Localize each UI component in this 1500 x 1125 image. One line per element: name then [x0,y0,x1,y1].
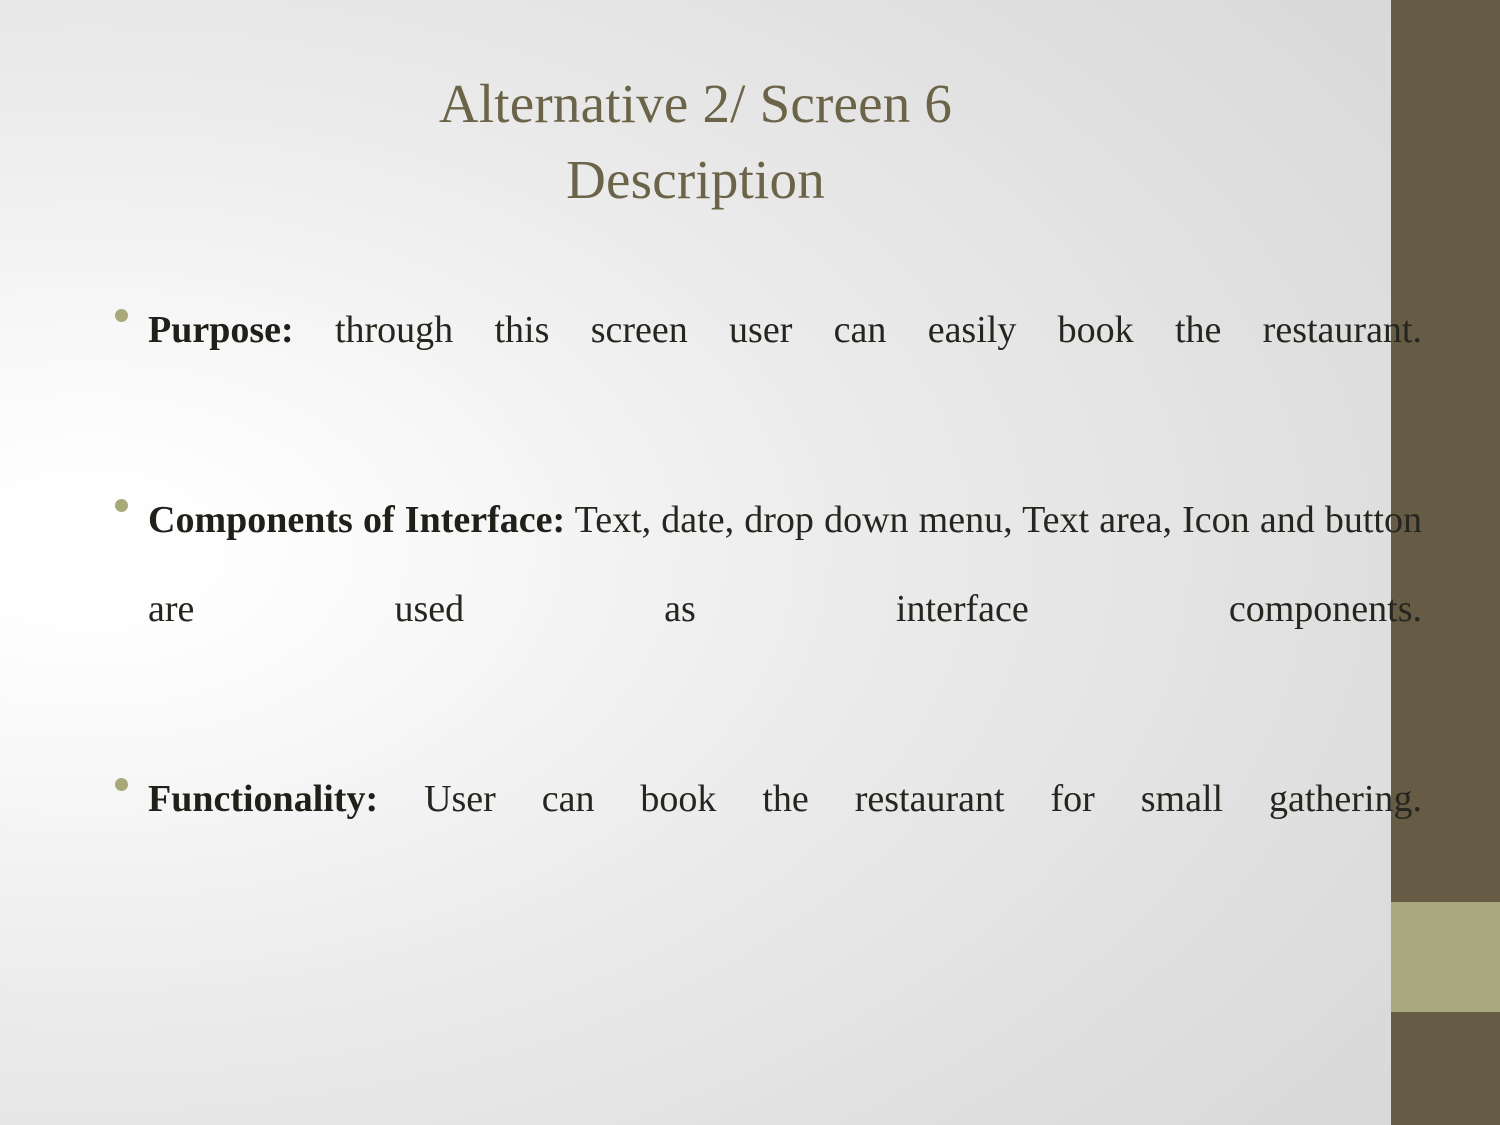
bullet-dot-icon [115,778,128,791]
list-item-lead: Purpose: [148,309,294,351]
list-item: Purpose: through this screen user can ea… [104,286,1422,464]
title-line-1: Alternative 2/ Screen 6 [438,73,953,134]
band-segment-bottom [1391,1012,1500,1125]
slide-canvas: Alternative 2/ Screen 6 Description Purp… [0,0,1500,1125]
bullet-dot-icon [115,309,128,322]
page-title: Alternative 2/ Screen 6 Description [0,66,1391,218]
list-item: Components of Interface: Text, date, dro… [104,476,1422,743]
list-item-text: Components of Interface: Text, date, dro… [148,476,1422,743]
list-item-text: Functionality: User can book the restaur… [148,755,1422,933]
title-line-2: Description [566,149,825,210]
bullet-list: Purpose: through this screen user can ea… [104,286,1422,945]
list-item-lead: Components of Interface: [148,499,566,541]
list-item-body: through this screen user can easily book… [293,309,1422,351]
list-item: Functionality: User can book the restaur… [104,755,1422,933]
list-item-lead: Functionality: [148,778,379,820]
list-item-body: User can book the restaurant for small g… [378,778,1422,820]
bullet-dot-icon [115,499,128,512]
list-item-text: Purpose: through this screen user can ea… [148,286,1422,464]
